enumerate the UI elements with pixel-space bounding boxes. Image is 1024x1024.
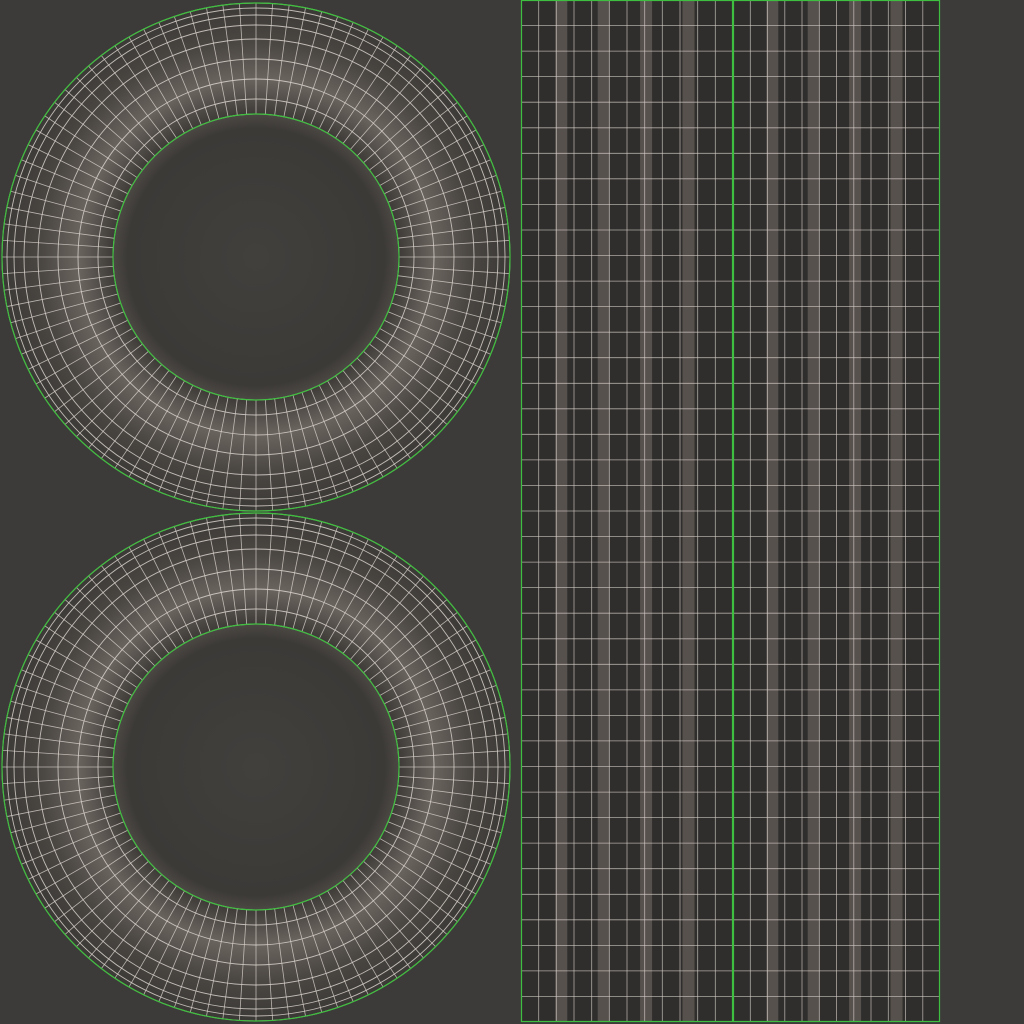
tire-bottom-hole: [113, 624, 399, 910]
tread-strips: [520, 0, 941, 1023]
tire-top-island: [1, 2, 511, 512]
tread-right-strip: [732, 0, 941, 1023]
uv-layout-canvas: [0, 0, 1024, 1024]
tire-top-hole: [113, 114, 399, 400]
tire-bottom-island: [1, 512, 511, 1022]
tread-left-strip: [520, 0, 734, 1023]
